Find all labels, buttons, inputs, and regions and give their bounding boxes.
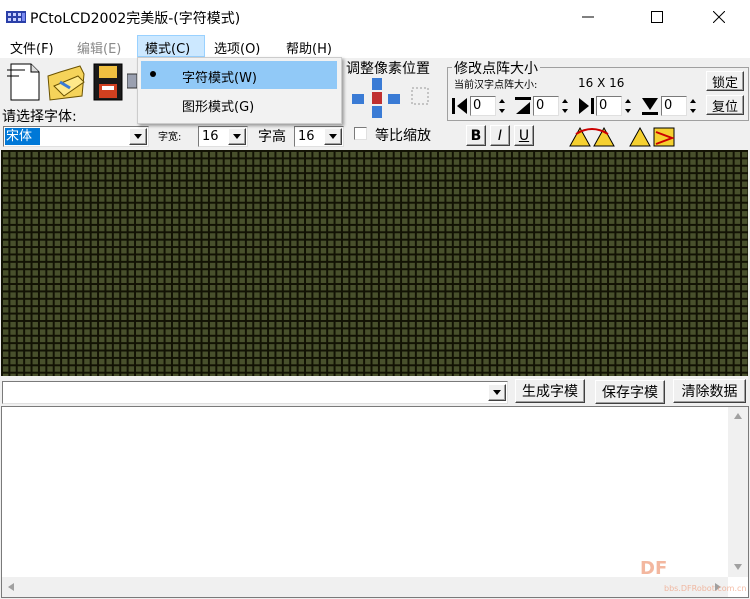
bottom-edge-icon (642, 98, 658, 115)
title-bar: PCtoLCD2002完美版-(字符模式) (0, 0, 750, 34)
font-select[interactable]: 宋体 (3, 126, 149, 147)
font-dropdown-button[interactable] (129, 128, 147, 145)
scroll-down-icon[interactable] (733, 563, 743, 571)
mode-dropdown-menu: 字符模式(W) 图形模式(G) (137, 57, 342, 124)
bold-button[interactable]: B (466, 125, 486, 146)
chevron-down-icon (493, 390, 501, 395)
char-width-dropdown-button[interactable] (228, 128, 246, 145)
char-width-label: 字宽: (158, 132, 182, 143)
left-edge-icon (452, 98, 467, 114)
minimize-icon (582, 16, 594, 18)
spin-right-updown-icon[interactable] (623, 96, 633, 116)
menu-item-char-mode[interactable]: 字符模式(W) (182, 67, 257, 86)
underline-button[interactable]: U (514, 125, 534, 146)
horizontal-scrollbar[interactable] (2, 577, 728, 597)
pixel-grid-canvas[interactable] (1, 150, 748, 376)
input-dropdown-button[interactable] (488, 384, 506, 401)
open-folder-icon[interactable] (44, 60, 88, 104)
spin-right-input[interactable]: 0 (596, 96, 622, 116)
current-size-value: 16 X 16 (578, 76, 625, 90)
chevron-down-icon (134, 134, 142, 139)
matrix-size-title: 修改点阵大小 (452, 58, 540, 78)
pixel-adjust-title: 调整像素位置 (346, 61, 430, 77)
char-height-select[interactable]: 16 (294, 126, 344, 147)
maximize-button[interactable] (634, 0, 680, 34)
text-input-combo[interactable] (2, 381, 508, 404)
font-select-label: 请选择字体: (2, 109, 77, 125)
maximize-icon (651, 11, 663, 23)
save-data-button[interactable]: 保存字模 (595, 380, 665, 404)
save-disk-icon[interactable] (92, 62, 126, 102)
menu-mode[interactable]: 模式(C) (145, 38, 190, 57)
spin-bottom-updown-icon[interactable] (688, 96, 698, 116)
lock-button[interactable]: 锁定 (706, 71, 744, 91)
close-button[interactable] (696, 0, 742, 34)
char-width-value: 16 (202, 129, 219, 144)
output-textarea[interactable] (1, 406, 749, 598)
top-edge-icon (515, 97, 531, 114)
menu-edit[interactable]: 编辑(E) (77, 38, 121, 57)
proportional-checkbox[interactable] (354, 127, 367, 140)
menu-file[interactable]: 文件(F) (10, 38, 54, 57)
flip-icon[interactable] (626, 124, 678, 148)
close-icon (713, 11, 725, 23)
menu-options[interactable]: 选项(O) (214, 38, 260, 57)
menu-item-graphic-mode[interactable]: 图形模式(G) (182, 96, 254, 115)
watermark-logo: DF (640, 558, 668, 579)
spin-top-updown-icon[interactable] (560, 96, 570, 116)
app-icon (6, 11, 26, 23)
char-width-select[interactable]: 16 (198, 126, 248, 147)
chevron-down-icon (329, 134, 337, 139)
spin-left-updown-icon[interactable] (497, 96, 507, 116)
pixel-move-icon[interactable] (350, 76, 440, 122)
spin-bottom-input[interactable]: 0 (661, 96, 687, 116)
generate-button[interactable]: 生成字模 (515, 379, 585, 403)
clear-data-button[interactable]: 清除数据 (673, 379, 746, 403)
char-height-label: 字高 (258, 129, 286, 145)
spin-left-input[interactable]: 0 (470, 96, 496, 116)
char-height-value: 16 (298, 129, 315, 144)
window-title: PCtoLCD2002完美版-(字符模式) (30, 11, 241, 27)
minimize-button[interactable] (565, 0, 611, 34)
menu-help[interactable]: 帮助(H) (286, 38, 332, 57)
chevron-down-icon (233, 134, 241, 139)
proportional-label: 等比缩放 (375, 128, 431, 144)
font-select-value: 宋体 (5, 128, 40, 145)
checked-dot-icon (150, 71, 156, 77)
current-size-label: 当前汉字点阵大小: (454, 80, 538, 91)
scroll-up-icon[interactable] (733, 412, 743, 420)
right-edge-icon (579, 98, 594, 114)
italic-button[interactable]: I (490, 125, 510, 146)
new-file-icon[interactable] (5, 60, 45, 102)
scroll-left-icon[interactable] (7, 582, 15, 592)
rotate-icon[interactable] (568, 124, 616, 148)
watermark-text: bbs.DFRobot.com.cn (664, 584, 747, 593)
spin-top-input[interactable]: 0 (533, 96, 559, 116)
vertical-scrollbar[interactable] (728, 407, 748, 577)
char-height-dropdown-button[interactable] (324, 128, 342, 145)
reset-button[interactable]: 复位 (706, 95, 744, 115)
